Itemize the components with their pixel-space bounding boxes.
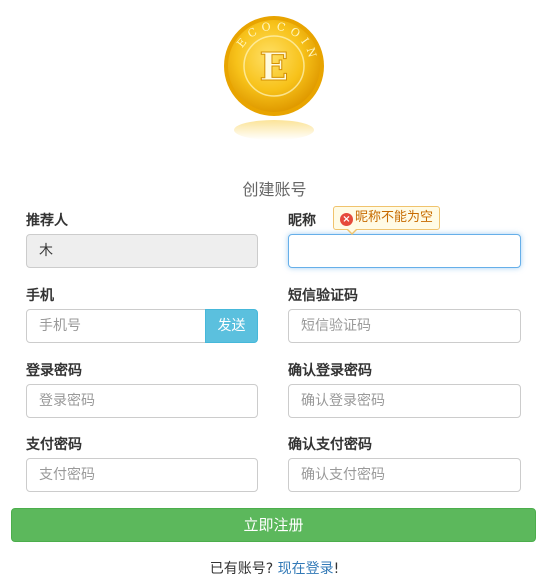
referrer-field: 木 <box>26 234 258 268</box>
login-prompt-text: 已有账号? <box>209 561 274 577</box>
login-password-input[interactable]: 登录密码 <box>26 384 258 418</box>
pay-password-label: 支付密码 <box>26 437 82 453</box>
phone-input[interactable]: 手机号 <box>26 309 206 343</box>
page-title: 创建账号 <box>242 180 307 199</box>
ecocoin-logo: ECOCOIN E <box>224 16 324 140</box>
login-prompt: 已有账号? 现在登录! <box>0 558 549 578</box>
login-link[interactable]: 现在登录 <box>278 561 334 577</box>
phone-label: 手机 <box>26 288 54 304</box>
login-prompt-suffix: ! <box>333 561 340 577</box>
pay-password-confirm-input[interactable]: 确认支付密码 <box>288 458 521 492</box>
register-button[interactable]: 立即注册 <box>11 508 536 542</box>
send-code-button[interactable]: 发送 <box>205 309 258 343</box>
nickname-label: 昵称 <box>288 213 316 229</box>
referrer-label: 推荐人 <box>26 213 68 229</box>
pay-password-input[interactable]: 支付密码 <box>26 458 258 492</box>
login-password-confirm-label: 确认登录密码 <box>288 363 372 379</box>
nickname-input[interactable] <box>288 234 521 268</box>
login-password-label: 登录密码 <box>26 363 82 379</box>
logo-letter: E <box>260 44 289 89</box>
sms-code-label: 短信验证码 <box>288 288 358 304</box>
tooltip-arrow-inner <box>347 228 357 233</box>
sms-code-input[interactable]: 短信验证码 <box>288 309 521 343</box>
error-icon: × <box>340 213 353 226</box>
login-password-confirm-input[interactable]: 确认登录密码 <box>288 384 521 418</box>
pay-password-confirm-label: 确认支付密码 <box>288 437 372 453</box>
nickname-error-tooltip: × 昵称不能为空 <box>333 206 441 235</box>
nickname-error-text: 昵称不能为空 <box>355 210 434 225</box>
